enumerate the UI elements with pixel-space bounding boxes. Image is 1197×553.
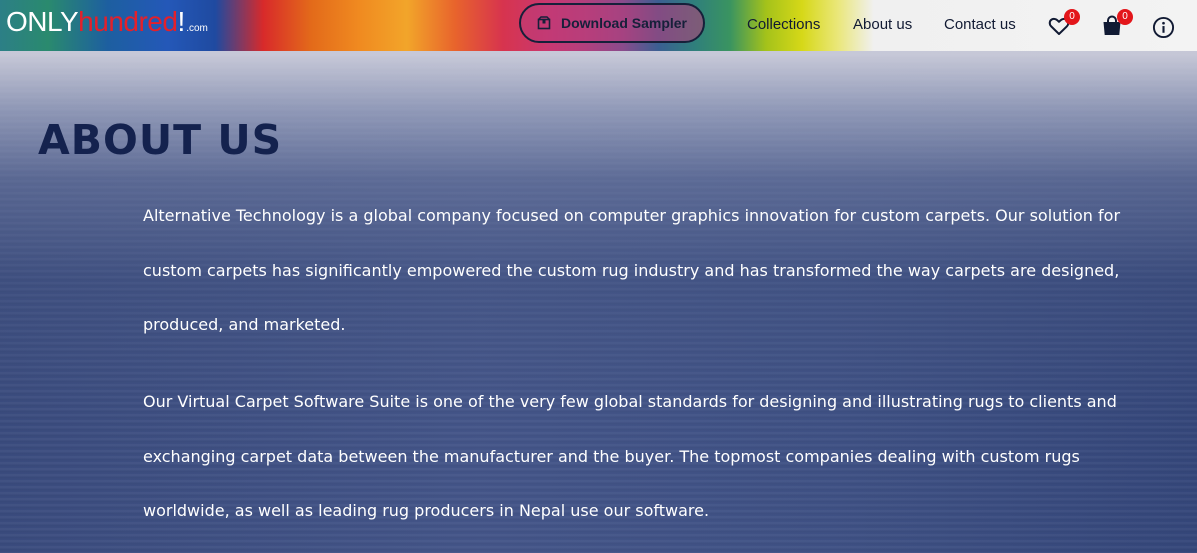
about-paragraph-1: Alternative Technology is a global compa… xyxy=(143,206,1121,334)
nav-about-link[interactable]: About us xyxy=(853,16,912,33)
about-paragraph-2: Our Virtual Carpet Software Suite is one… xyxy=(143,392,1117,520)
site-logo[interactable]: ONLY hundred ! .com xyxy=(6,6,208,40)
package-icon xyxy=(537,16,551,30)
wishlist-button[interactable]: 0 xyxy=(1047,9,1080,38)
nav-contact-link[interactable]: Contact us xyxy=(944,16,1016,33)
top-navbar: ONLY hundred ! .com Download Sampler Col… xyxy=(0,0,1197,51)
cart-button[interactable]: 0 xyxy=(1100,9,1133,38)
logo-domain-suffix: .com xyxy=(186,23,208,34)
info-button[interactable] xyxy=(1152,16,1176,40)
download-sampler-button[interactable]: Download Sampler xyxy=(519,3,705,43)
logo-only-text: ONLY xyxy=(6,6,79,37)
logo-hundred-text: hundred xyxy=(78,6,178,37)
download-sampler-label: Download Sampler xyxy=(560,15,688,31)
nav-collections-link[interactable]: Collections xyxy=(747,16,820,33)
wishlist-count-badge: 0 xyxy=(1064,9,1080,25)
page-title: ABOUT US xyxy=(38,116,283,164)
cart-count-badge: 0 xyxy=(1117,9,1133,25)
info-icon xyxy=(1152,16,1175,39)
logo-exclamation: ! xyxy=(177,6,186,37)
